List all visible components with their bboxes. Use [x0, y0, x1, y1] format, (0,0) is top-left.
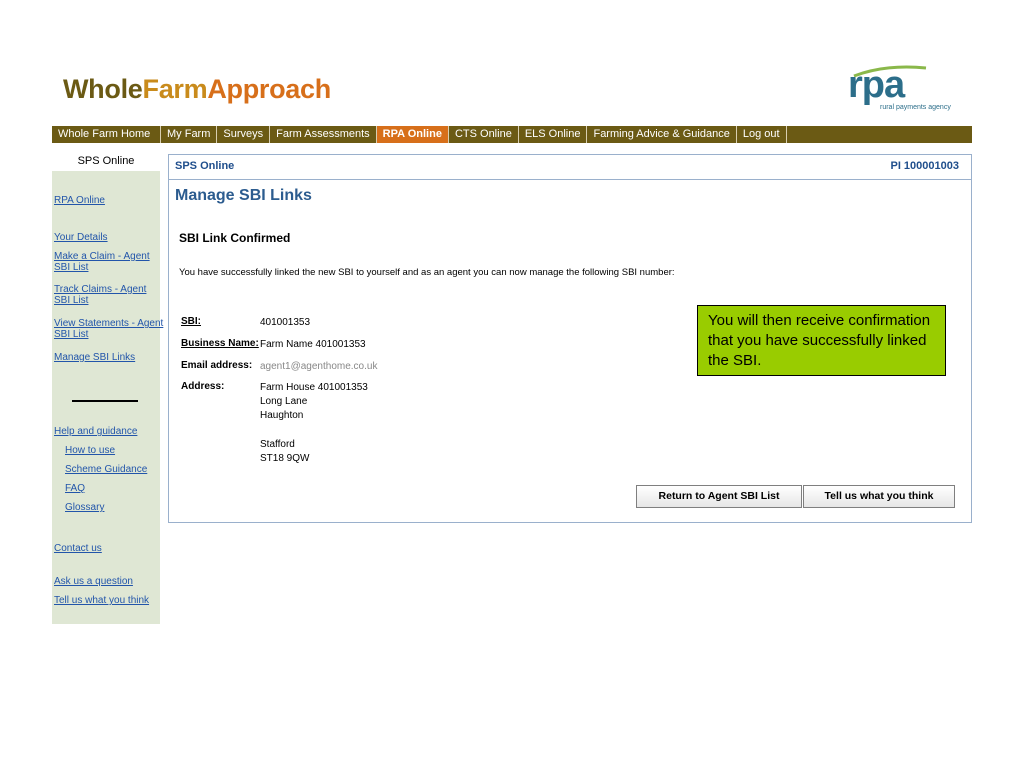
sidebar-item-faq[interactable]: FAQ: [54, 483, 85, 494]
rpa-logo: rpa rural payments agency: [846, 62, 956, 118]
sidebar-item-view-statements[interactable]: View Statements - Agent SBI List: [54, 318, 164, 340]
sidebar: SPS Online RPA Online Your Details Make …: [52, 151, 163, 624]
nav-cts-online[interactable]: CTS Online: [449, 126, 519, 143]
sidebar-item-contact-us[interactable]: Contact us: [54, 543, 102, 554]
sidebar-divider: [72, 400, 138, 402]
sbi-value: 401001353: [260, 317, 311, 328]
business-name-value: Farm Name 401001353: [260, 339, 366, 350]
nav-rpa-online[interactable]: RPA Online: [376, 126, 449, 143]
email-value: agent1@agenthome.co.uk: [260, 361, 378, 372]
address-line-2: Long Lane: [260, 396, 308, 407]
nav-log-out[interactable]: Log out: [737, 126, 787, 143]
page-title: Manage SBI Links: [175, 187, 312, 204]
logo-approach: Approach: [207, 74, 331, 104]
sidebar-item-tell-us[interactable]: Tell us what you think: [54, 595, 149, 606]
address-line-4: Stafford: [260, 439, 295, 450]
business-name-label: Business Name:: [181, 338, 259, 349]
panel-header: SPS Online PI 100001003: [169, 155, 971, 180]
nav-farming-advice[interactable]: Farming Advice & Guidance: [587, 126, 737, 143]
main-nav: Whole Farm Home My Farm Surveys Farm Ass…: [52, 126, 972, 143]
address-line-3: Haughton: [260, 410, 304, 421]
sidebar-item-ask-question[interactable]: Ask us a question: [54, 576, 133, 587]
sidebar-item-help[interactable]: Help and guidance: [54, 426, 137, 437]
address-line-1: Farm House 401001353: [260, 382, 368, 393]
sidebar-item-how-to-use[interactable]: How to use: [54, 445, 115, 456]
logo-whole: Whole: [63, 74, 143, 104]
tell-us-what-you-think-button[interactable]: Tell us what you think: [803, 485, 955, 508]
confirmation-message: You have successfully linked the new SBI…: [179, 267, 675, 278]
sidebar-item-your-details[interactable]: Your Details: [54, 232, 108, 243]
return-to-agent-sbi-list-button[interactable]: Return to Agent SBI List: [636, 485, 802, 508]
panel-header-title: SPS Online: [175, 160, 235, 172]
logo-farm: Farm: [142, 74, 208, 104]
nav-surveys[interactable]: Surveys: [217, 126, 271, 143]
nav-farm-assessments[interactable]: Farm Assessments: [270, 126, 377, 143]
sidebar-item-rpa-online[interactable]: RPA Online: [54, 195, 105, 206]
address-line-5: ST18 9QW: [260, 453, 310, 464]
sidebar-tab-sps-online[interactable]: SPS Online: [52, 151, 160, 171]
email-label: Email address:: [181, 360, 253, 371]
panel-header-id: PI 100001003: [890, 160, 959, 172]
address-label: Address:: [181, 381, 225, 392]
nav-els-online[interactable]: ELS Online: [519, 126, 588, 143]
nav-my-farm[interactable]: My Farm: [161, 126, 218, 143]
sidebar-item-make-claim[interactable]: Make a Claim - Agent SBI List: [54, 251, 154, 273]
sidebar-item-manage-sbi-links[interactable]: Manage SBI Links: [54, 352, 135, 363]
wholefarmapproach-logo: WholeFarmApproach: [63, 74, 331, 105]
confirmation-heading: SBI Link Confirmed: [179, 231, 291, 245]
tutorial-callout: You will then receive confirmation that …: [697, 305, 946, 376]
nav-whole-farm-home[interactable]: Whole Farm Home: [52, 126, 161, 143]
sidebar-item-glossary[interactable]: Glossary: [54, 502, 104, 513]
sidebar-item-scheme-guidance[interactable]: Scheme Guidance: [54, 464, 147, 475]
sidebar-item-track-claims[interactable]: Track Claims - Agent SBI List: [54, 284, 154, 306]
rpa-tagline: rural payments agency: [880, 104, 951, 111]
sbi-label: SBI:: [181, 316, 201, 327]
rpa-logo-text: rpa: [848, 64, 905, 106]
